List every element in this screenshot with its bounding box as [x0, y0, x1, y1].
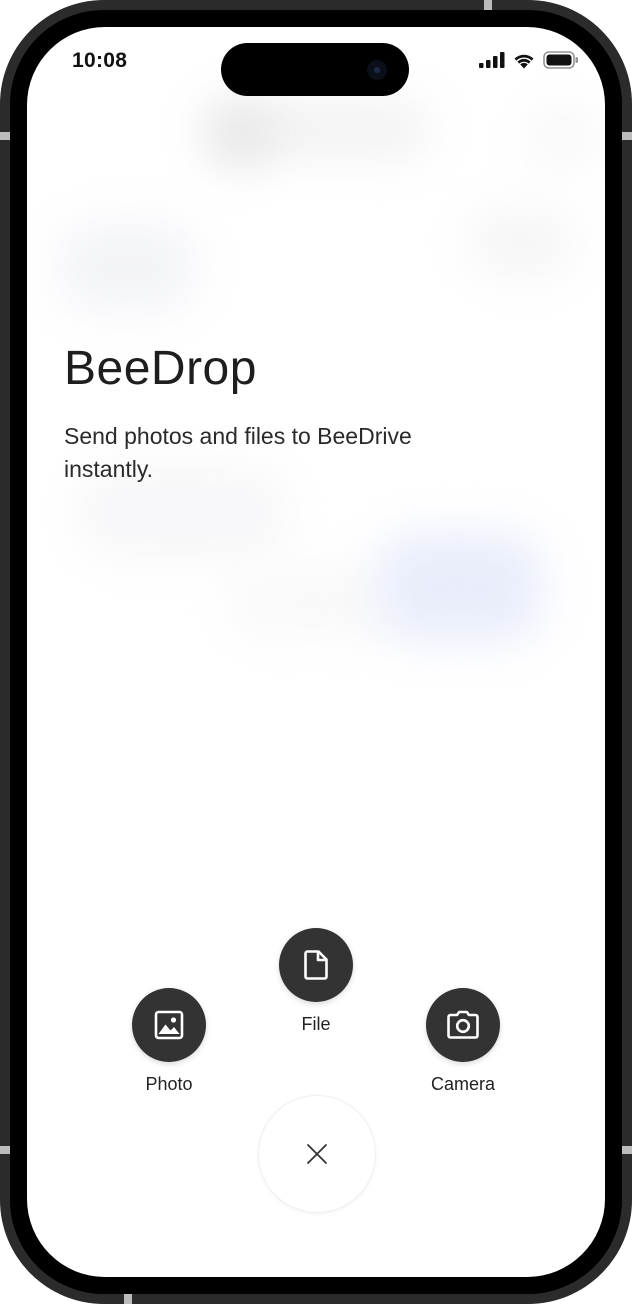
photo-action: Photo — [132, 988, 206, 1095]
background-blur-shape — [377, 532, 542, 642]
file-label: File — [301, 1014, 331, 1034]
camera-action: Camera — [426, 988, 500, 1095]
document-icon — [304, 950, 328, 980]
camera-label: Camera — [430, 1074, 496, 1094]
screen: 10:08 BeeDrop Send photos and files to B… — [27, 27, 605, 1277]
background-blur-shape — [527, 107, 597, 167]
camera-icon — [447, 1010, 479, 1039]
file-button[interactable] — [279, 928, 353, 1002]
background-blur-shape — [57, 222, 197, 312]
background-blur-shape — [212, 105, 272, 165]
close-icon — [307, 1144, 327, 1164]
photo-label: Photo — [145, 1074, 193, 1094]
close-button[interactable] — [258, 1095, 376, 1213]
app-title: BeeDrop — [64, 342, 257, 395]
image-icon — [154, 1010, 184, 1040]
background-blur-shape — [227, 567, 397, 637]
status-time: 10:08 — [72, 49, 128, 72]
battery-icon — [543, 51, 578, 69]
dynamic-island — [221, 43, 409, 96]
background-blur-shape — [467, 207, 577, 277]
status-icons — [479, 51, 579, 69]
photo-button[interactable] — [132, 988, 206, 1062]
wifi-icon — [514, 54, 534, 68]
file-action: File — [279, 928, 353, 1035]
app-subtitle: Send photos and files to BeeDrive instan… — [64, 423, 412, 482]
front-camera-icon — [367, 60, 387, 80]
camera-button[interactable] — [426, 988, 500, 1062]
cellular-signal-icon — [479, 52, 505, 68]
phone-frame: 10:08 BeeDrop Send photos and files to B… — [0, 0, 632, 1304]
